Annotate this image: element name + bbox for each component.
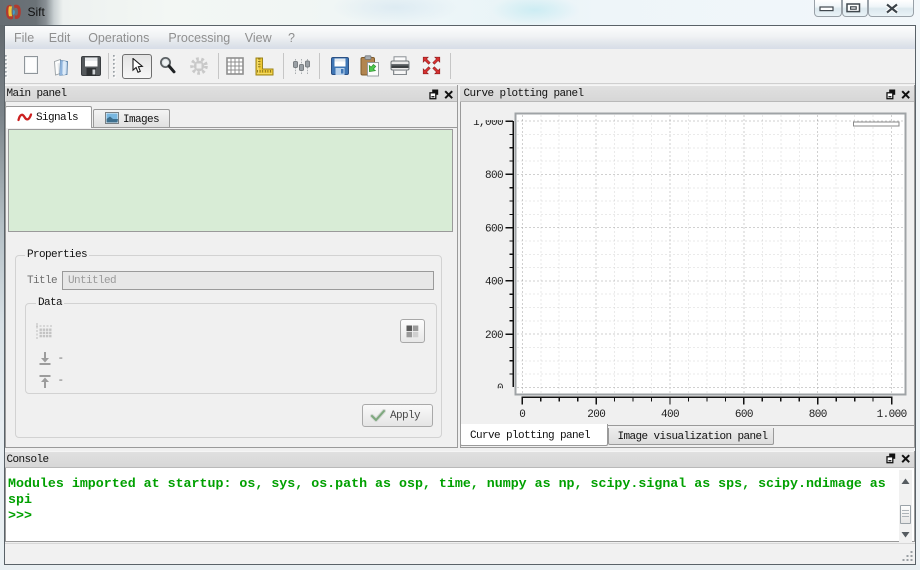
svg-text:800: 800	[485, 170, 503, 182]
svg-text:400: 400	[661, 409, 679, 421]
svg-text:400: 400	[485, 277, 503, 289]
svg-text:800: 800	[809, 409, 827, 421]
svg-text:600: 600	[735, 409, 753, 421]
svg-text:1.000: 1.000	[877, 409, 907, 421]
svg-text:200: 200	[587, 409, 605, 421]
svg-text:600: 600	[485, 224, 503, 236]
svg-text:0: 0	[519, 409, 525, 421]
svg-text:200: 200	[485, 330, 503, 342]
